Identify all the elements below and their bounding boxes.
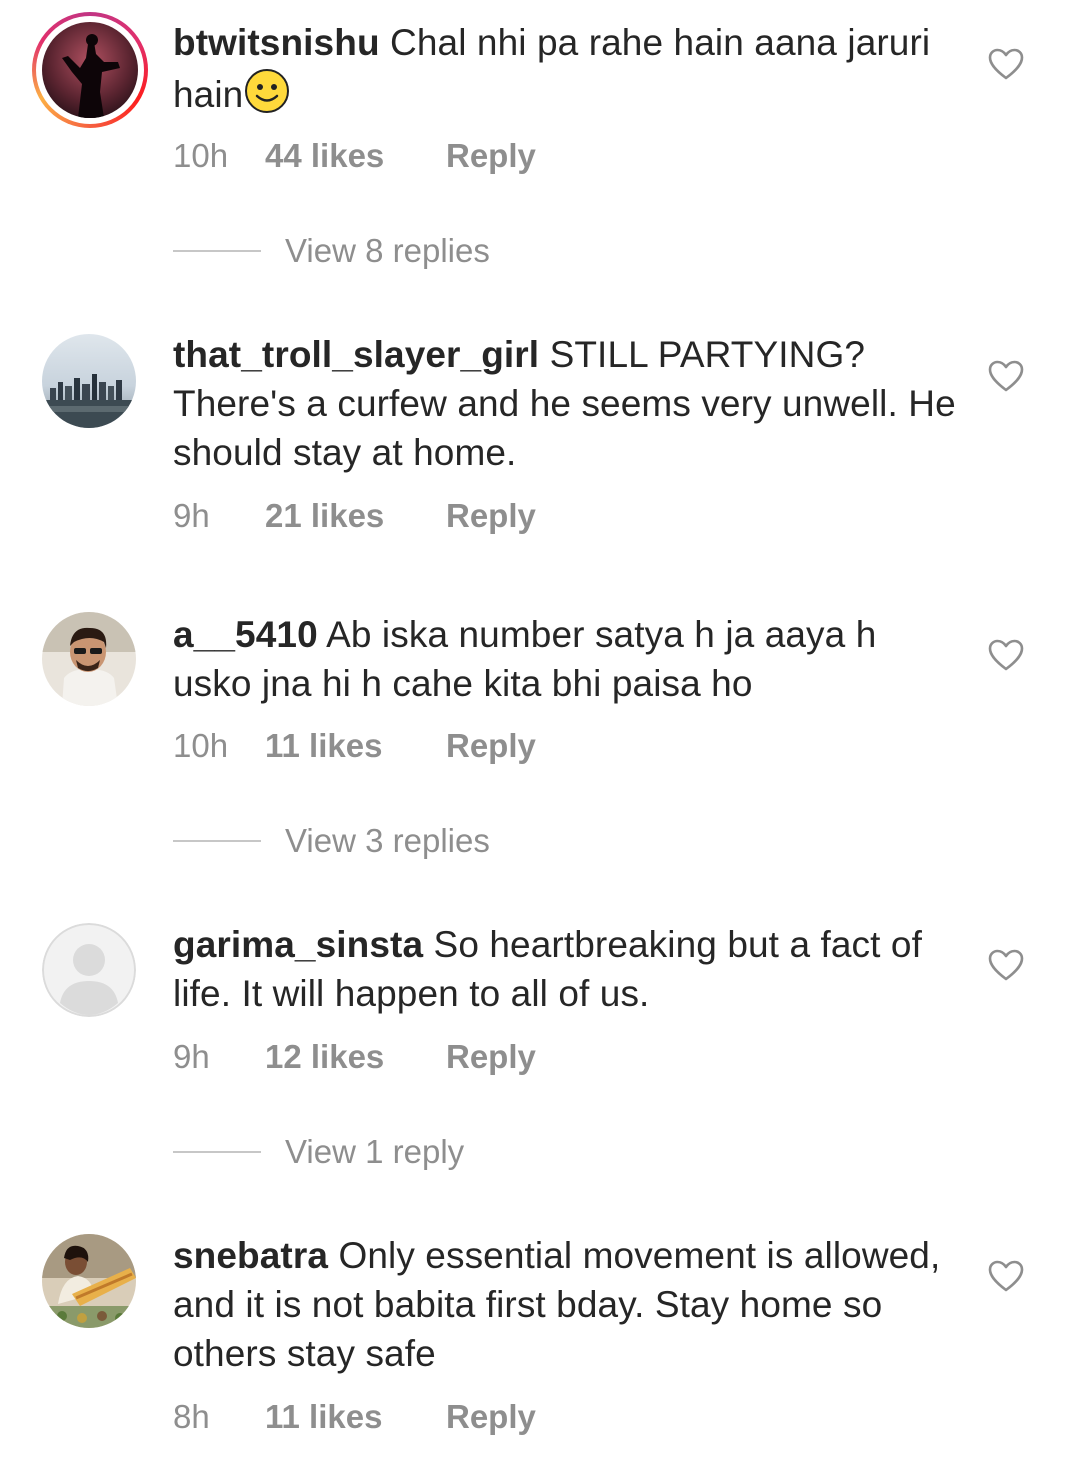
- smiling-face-emoji-icon: [243, 67, 291, 115]
- avatar[interactable]: [42, 612, 136, 706]
- comment-meta: 10h 44 likes Reply: [173, 137, 536, 175]
- comment-meta: 10h 11 likes Reply: [173, 727, 536, 765]
- view-replies-button[interactable]: View 1 reply: [173, 1133, 464, 1173]
- reply-button[interactable]: Reply: [446, 497, 536, 535]
- comment-username[interactable]: btwitsnishu: [173, 22, 380, 63]
- heart-outline-icon[interactable]: [988, 360, 1024, 392]
- comment-time: 9h: [173, 497, 210, 534]
- comment-username[interactable]: garima_sinsta: [173, 924, 423, 965]
- comment-likes[interactable]: 44 likes: [265, 137, 446, 175]
- avatar[interactable]: [42, 334, 136, 428]
- comment-text: snebatra Only essential movement is allo…: [173, 1231, 963, 1378]
- comment-time: 10h: [173, 137, 229, 174]
- view-replies-button[interactable]: View 8 replies: [173, 232, 490, 272]
- story-ring-avatar[interactable]: [32, 12, 148, 128]
- comment-text: btwitsnishu Chal nhi pa rahe hain aana j…: [173, 18, 963, 119]
- comment-username[interactable]: snebatra: [173, 1235, 328, 1276]
- heart-outline-icon[interactable]: [988, 1260, 1024, 1292]
- comment-meta: 9h 21 likes Reply: [173, 497, 536, 535]
- reply-button[interactable]: Reply: [446, 137, 536, 175]
- divider-line: [173, 1151, 261, 1153]
- comment-username[interactable]: a__5410: [173, 614, 318, 655]
- comment-time: 8h: [173, 1398, 210, 1435]
- view-replies-label: View 1 reply: [285, 1133, 465, 1170]
- divider-line: [173, 840, 261, 842]
- avatar: [42, 22, 138, 118]
- comment-likes[interactable]: 11 likes: [265, 727, 446, 765]
- comment-likes[interactable]: 12 likes: [265, 1038, 446, 1076]
- comment-username[interactable]: that_troll_slayer_girl: [173, 334, 539, 375]
- comment-meta: 9h 12 likes Reply: [173, 1038, 536, 1076]
- view-replies-button[interactable]: View 3 replies: [173, 822, 490, 862]
- comment-meta: 8h 11 likes Reply: [173, 1398, 536, 1436]
- comment-text: garima_sinsta So heartbreaking but a fac…: [173, 920, 963, 1018]
- comment-likes[interactable]: 21 likes: [265, 497, 446, 535]
- heart-outline-icon[interactable]: [988, 639, 1024, 671]
- view-replies-label: View 8 replies: [285, 232, 490, 269]
- divider-line: [173, 250, 261, 252]
- reply-button[interactable]: Reply: [446, 1398, 536, 1436]
- view-replies-label: View 3 replies: [285, 822, 490, 859]
- comment-time: 9h: [173, 1038, 210, 1075]
- comment-text: a__5410 Ab iska number satya h ja aaya h…: [173, 610, 963, 708]
- comment-likes[interactable]: 11 likes: [265, 1398, 446, 1436]
- heart-outline-icon[interactable]: [988, 949, 1024, 981]
- reply-button[interactable]: Reply: [446, 727, 536, 765]
- avatar[interactable]: [42, 1234, 136, 1328]
- comment-time: 10h: [173, 727, 229, 764]
- reply-button[interactable]: Reply: [446, 1038, 536, 1076]
- avatar[interactable]: [42, 923, 136, 1017]
- heart-outline-icon[interactable]: [988, 48, 1024, 80]
- comment-text: that_troll_slayer_girl STILL PARTYING? T…: [173, 330, 963, 477]
